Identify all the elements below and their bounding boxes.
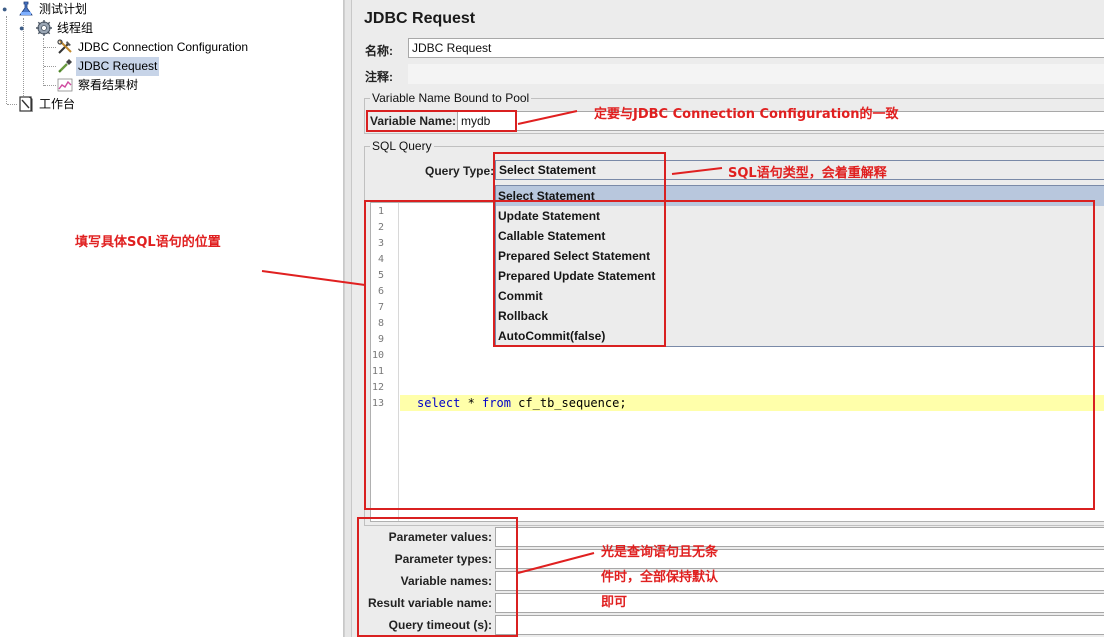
sql-group-legend: SQL Query [370,139,434,153]
line-number: 7 [377,302,384,313]
tree-connector-line [44,66,56,67]
comment-label: 注释: [365,70,393,84]
sampler-pipette-icon [57,58,73,74]
workbench-icon [18,96,34,113]
sql-keyword: select [417,396,461,410]
parameter-types-label: Parameter types: [394,552,492,566]
expand-toggle-icon[interactable]: ● [2,5,10,14]
jdbc-request-panel: JDBC Request 名称: JDBC Request 注释: Variab… [352,0,1104,637]
variable-name-label: Variable Name: [370,114,457,128]
panel-splitter[interactable] [344,0,352,637]
page-title: JDBC Request [364,10,476,27]
line-number: 9 [377,334,384,345]
result-tree-chart-icon [57,77,73,93]
comment-field[interactable] [408,64,1104,84]
result-variable-name-field[interactable] [495,593,1104,613]
line-number: 8 [377,318,384,329]
tree-item-jdbc-connection-config[interactable]: JDBC Connection Configuration [57,38,250,57]
sql-token: cf_tb_sequence; [510,396,627,410]
query-type-label: Query Type: [425,164,495,178]
query-type-select[interactable]: Select Statement [495,160,1104,180]
result-variable-name-label: Result variable name: [367,596,492,610]
line-number: 5 [377,270,384,281]
test-plan-icon [18,1,34,17]
line-number: 2 [377,222,384,233]
variable-group-legend: Variable Name Bound to Pool [370,91,532,105]
tree-item-label: 工作台 [39,97,76,112]
name-field[interactable]: JDBC Request [408,38,1104,58]
query-type-dropdown-list[interactable]: Select Statement Update Statement Callable… [495,185,1104,347]
dropdown-option[interactable]: Prepared Update Statement [496,266,1104,286]
parameter-values-field[interactable] [495,527,1104,547]
line-number: 6 [377,286,384,297]
parameter-types-field[interactable] [495,549,1104,569]
tree-item-label: 测试计划 [39,2,88,17]
tree-connector-line [44,85,56,86]
tree-item-workbench[interactable]: 工作台 [18,95,77,114]
dropdown-option[interactable]: Rollback [496,306,1104,326]
tree-item-test-plan[interactable]: 测试计划 [18,0,89,19]
dropdown-option[interactable]: Prepared Select Statement [496,246,1104,266]
tree-item-label: JDBC Connection Configuration [78,40,249,55]
thread-group-gear-icon [36,19,52,36]
tree-connector-line [43,38,44,86]
dropdown-option[interactable]: AutoCommit(false) [496,326,1104,346]
dropdown-option[interactable]: Select Statement [496,186,1104,206]
test-plan-tree: ● ● 测试计划 线程组 JDBC Connection Configurati… [0,0,344,637]
parameter-values-label: Parameter values: [388,530,492,544]
dropdown-option[interactable]: Callable Statement [496,226,1104,246]
query-timeout-field[interactable] [495,615,1104,635]
line-number: 4 [377,254,384,265]
tree-item-thread-group[interactable]: 线程组 [36,19,95,38]
config-tools-icon [57,39,73,55]
line-number: 13 [371,398,384,409]
query-timeout-label: Query timeout (s): [388,618,492,632]
variable-name-field[interactable]: mydb [457,111,1104,131]
line-number-gutter: 1 2 3 4 5 6 7 8 9 10 11 12 13 [371,203,399,521]
tree-item-label: JDBC Request [76,57,160,77]
line-number: 11 [371,366,384,377]
tree-connector-line [6,16,7,104]
line-number: 3 [377,238,384,249]
line-number: 12 [371,382,384,393]
tree-item-view-results-tree[interactable]: 察看结果树 [57,76,140,95]
tree-item-label: 线程组 [57,21,94,36]
line-number: 10 [371,350,384,361]
name-label: 名称: [365,44,393,58]
tree-item-jdbc-request[interactable]: JDBC Request [57,57,160,77]
sql-token: * [460,396,483,410]
expand-toggle-icon[interactable]: ● [19,24,27,33]
variable-names-label: Variable names: [400,574,492,588]
line-number: 1 [377,206,384,217]
tree-item-label: 察看结果树 [78,78,139,93]
sql-keyword: from [482,396,511,410]
dropdown-option[interactable]: Commit [496,286,1104,306]
tree-connector-line [44,47,56,48]
sql-text[interactable]: select * from cf_tb_sequence; [417,396,627,410]
dropdown-option[interactable]: Update Statement [496,206,1104,226]
variable-names-field[interactable] [495,571,1104,591]
tree-connector-line [7,104,17,105]
